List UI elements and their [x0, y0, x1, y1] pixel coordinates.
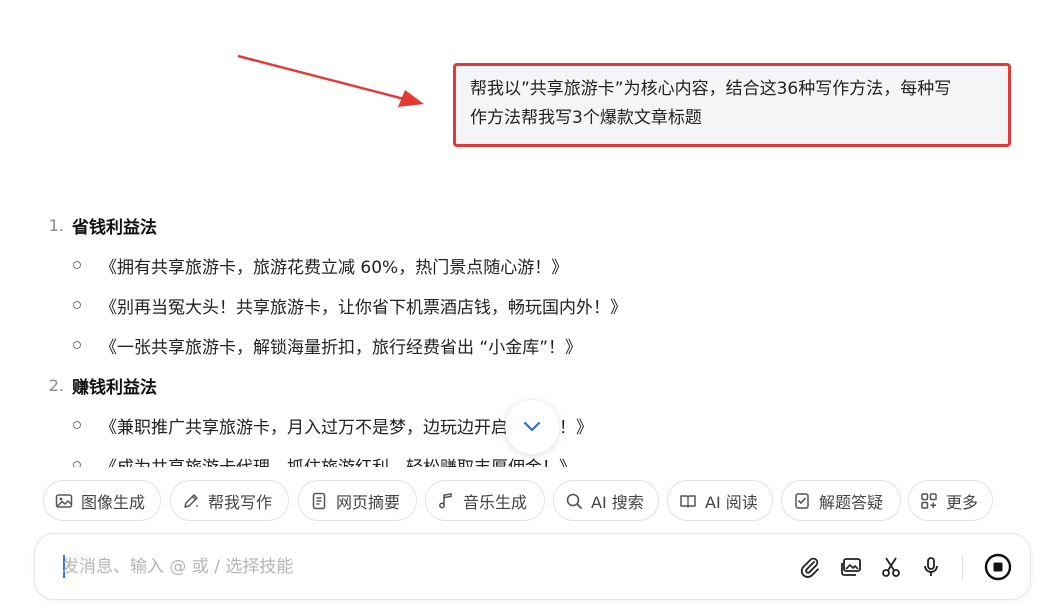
upload-image-button[interactable]: [836, 552, 866, 582]
grid-icon: [921, 492, 937, 509]
chevron-down-icon: [523, 421, 541, 432]
reading-icon: [680, 494, 696, 508]
section-number: 1.: [48, 215, 64, 235]
skill-image-generation[interactable]: 图像生成: [43, 480, 161, 521]
skill-writing[interactable]: 帮我写作: [170, 480, 289, 521]
section-title: 赚钱利益法: [72, 377, 157, 398]
chip-label: 图像生成: [81, 492, 146, 512]
red-arrow-annotation: [237, 54, 424, 107]
document-icon: [312, 492, 326, 509]
section-heading: 1. 省钱利益法: [40, 205, 800, 245]
chip-label: AI 阅读: [705, 492, 758, 512]
list-item: 《兼职推广共享旅游卡，月入过万不是梦，边玩边开启新事业！》: [40, 405, 800, 445]
pen-icon: [184, 493, 198, 508]
bullet-circle-icon: [73, 421, 81, 429]
music-icon: [439, 492, 452, 508]
bullet-circle-icon: [73, 261, 81, 269]
user-message-line-2: 作方法帮我写3个爆款文章标题: [470, 108, 702, 128]
search-icon: [566, 493, 582, 509]
section-heading: 2. 赚钱利益法: [40, 365, 800, 405]
stop-icon: [984, 553, 1012, 581]
list-item-text: 《拥有共享旅游卡，旅游花费立减 60%，热门景点随心游！》: [100, 257, 569, 278]
list-item: 《拥有共享旅游卡，旅游花费立减 60%，热门景点随心游！》: [40, 245, 800, 285]
scroll-to-bottom-button[interactable]: [505, 400, 559, 454]
list-item: 《成为共享旅游卡代理，抓住旅游红利，轻松赚取丰厚佣金！》: [40, 445, 800, 467]
skill-problem-solving[interactable]: 解题答疑: [781, 480, 901, 521]
paperclip-icon: [800, 557, 819, 578]
chip-label: 更多: [946, 492, 979, 512]
skill-music-generation[interactable]: 音乐生成: [425, 480, 545, 521]
chip-label: AI 搜索: [591, 492, 644, 512]
bullet-circle-icon: [73, 301, 81, 309]
list-item: 《别再当冤大头！共享旅游卡，让你省下机票酒店钱，畅玩国内外！》: [40, 285, 800, 325]
section-number: 2.: [48, 375, 64, 395]
user-message-line-1: 帮我以”共享旅游卡”为核心内容，结合这36种写作方法，每种写: [470, 79, 952, 99]
skill-ai-reading[interactable]: AI 阅读: [667, 480, 773, 521]
message-input[interactable]: [62, 552, 662, 582]
skill-web-summary[interactable]: 网页摘要: [298, 480, 417, 521]
list-item-text: 《一张共享旅游卡，解锁海量折扣，旅行经费省出 “小金库”！》: [100, 337, 583, 358]
chip-label: 解题答疑: [819, 492, 884, 512]
chip-label: 网页摘要: [336, 492, 401, 512]
skill-ai-search[interactable]: AI 搜索: [553, 480, 659, 521]
screenshot-button[interactable]: [876, 552, 906, 582]
message-composer: [34, 533, 1031, 600]
attach-button[interactable]: [795, 552, 825, 582]
scissors-icon: [882, 557, 900, 577]
chip-label: 帮我写作: [208, 492, 273, 512]
voice-input-button[interactable]: [916, 552, 946, 582]
list-item-text: 《成为共享旅游卡代理，抓住旅游红利，轻松赚取丰厚佣金！》: [100, 453, 576, 468]
user-message-bubble: 帮我以”共享旅游卡”为核心内容，结合这36种写作方法，每种写 作方法帮我写3个爆…: [453, 63, 1011, 147]
image-icon: [55, 493, 73, 508]
skill-more[interactable]: 更多: [908, 480, 993, 521]
stop-generation-button[interactable]: [983, 552, 1013, 582]
chip-label: 音乐生成: [463, 492, 528, 512]
list-item-text: 《别再当冤大头！共享旅游卡，让你省下机票酒店钱，畅玩国内外！》: [100, 297, 627, 318]
assistant-answer: 1. 省钱利益法 《拥有共享旅游卡，旅游花费立减 60%，热门景点随心游！》 《…: [40, 205, 800, 467]
bullet-circle-icon: [73, 461, 81, 467]
toolbar-divider: [962, 554, 963, 580]
solve-icon: [795, 492, 809, 509]
section-title: 省钱利益法: [72, 217, 157, 238]
list-item: 《一张共享旅游卡，解锁海量折扣，旅行经费省出 “小金库”！》: [40, 325, 800, 365]
gallery-icon: [841, 558, 861, 576]
microphone-icon: [924, 557, 938, 576]
bullet-circle-icon: [73, 341, 81, 349]
